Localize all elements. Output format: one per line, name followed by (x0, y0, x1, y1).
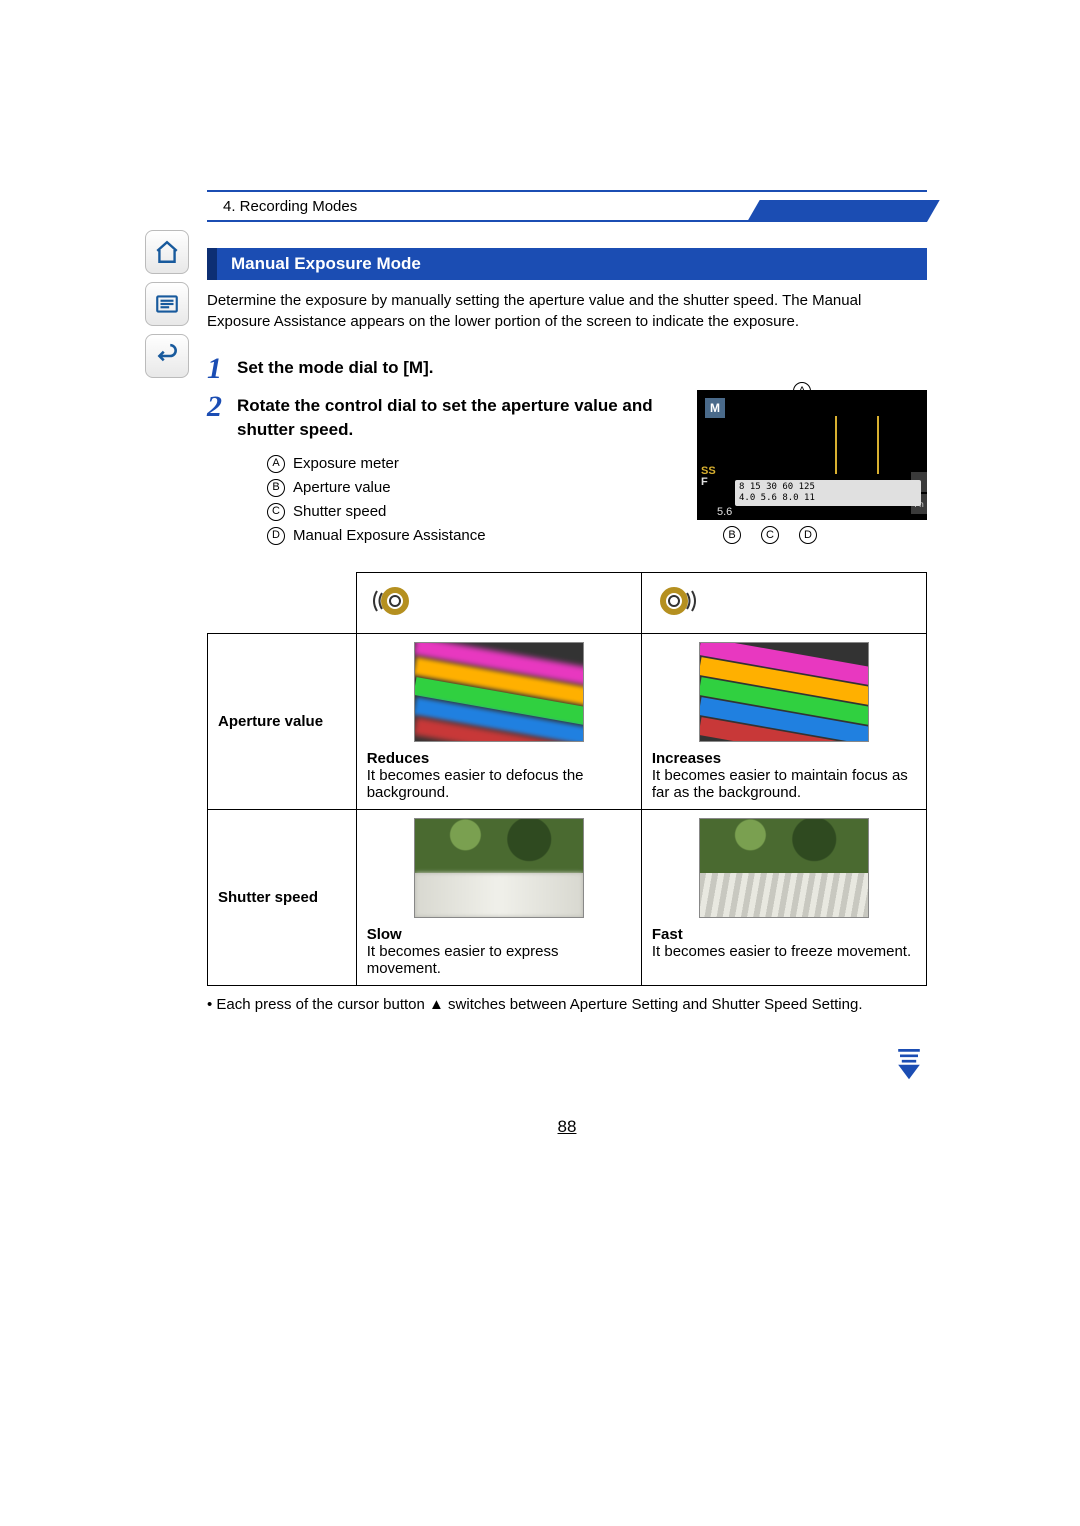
back-icon[interactable] (145, 334, 189, 378)
row-shutter-label: Shutter speed (208, 809, 357, 985)
lcd-mode-badge: M (705, 398, 725, 418)
aperture-increases-title: Increases (652, 750, 916, 767)
legend-d-text: Manual Exposure Assistance (293, 524, 486, 548)
callout-c: C (761, 526, 779, 544)
cursor-note: • Each press of the cursor button ▲ swit… (207, 994, 927, 1015)
pencils-blurred-illustration (414, 642, 584, 742)
contents-icon[interactable] (145, 282, 189, 326)
step-2: 2 Rotate the control dial to set the ape… (207, 390, 927, 548)
legend-a-label: A (267, 455, 285, 473)
table-row: Aperture value Reduces It becomes easier… (208, 633, 927, 809)
shutter-slow-title: Slow (367, 926, 631, 943)
legend-b-label: B (267, 479, 285, 497)
legend: A Exposure meter B Aperture value C Shutter… (267, 452, 689, 548)
legend-c-label: C (267, 503, 285, 521)
mode-m-icon: M (409, 356, 423, 380)
shutter-slow-desc: It becomes easier to express movement. (367, 943, 631, 977)
pencils-sharp-illustration (699, 642, 869, 742)
shutter-fast-title: Fast (652, 926, 916, 943)
dial-left-icon (356, 572, 641, 633)
lcd-aperture-value: 5.6 (717, 506, 732, 518)
lcd-ss-f-label: SS F (701, 466, 716, 488)
legend-d-label: D (267, 527, 285, 545)
lcd-diagram: A M ‹ Fn SS F 8 15 30 60 125 4.0 5.6 (697, 390, 927, 544)
home-icon[interactable] (145, 230, 189, 274)
step-1: 1 Set the mode dial to [M]. (207, 352, 927, 386)
shutter-fast-cell: Fast It becomes easier to freeze movemen… (641, 809, 926, 985)
table-row: Shutter speed Slow It becomes easier to … (208, 809, 927, 985)
step-2-text: Rotate the control dial to set the apert… (237, 394, 689, 442)
effects-table: Aperture value Reduces It becomes easier… (207, 572, 927, 986)
legend-c-text: Shutter speed (293, 500, 386, 524)
intro-text: Determine the exposure by manually setti… (207, 290, 927, 332)
legend-a-text: Exposure meter (293, 452, 399, 476)
callout-b: B (723, 526, 741, 544)
aperture-reduces-cell: Reduces It becomes easier to defocus the… (356, 633, 641, 809)
lcd-screen-illustration: M ‹ Fn SS F 8 15 30 60 125 4.0 5.6 8.0 1… (697, 390, 927, 520)
callout-d: D (799, 526, 817, 544)
shutter-slow-cell: Slow It becomes easier to express moveme… (356, 809, 641, 985)
lcd-scale: 8 15 30 60 125 4.0 5.6 8.0 11 (735, 480, 921, 506)
aperture-reduces-desc: It becomes easier to defocus the backgro… (367, 767, 631, 801)
row-aperture-label: Aperture value (208, 633, 357, 809)
step-1-number: 1 (207, 352, 237, 386)
section-title: Manual Exposure Mode (231, 254, 421, 273)
stream-blurred-illustration (414, 818, 584, 918)
step-2-number: 2 (207, 390, 237, 424)
aperture-reduces-title: Reduces (367, 750, 631, 767)
shutter-fast-desc: It becomes easier to freeze movement. (652, 943, 916, 960)
breadcrumb: 4. Recording Modes (207, 190, 927, 222)
section-header: Manual Exposure Mode (207, 248, 927, 280)
aperture-increases-cell: Increases It becomes easier to maintain … (641, 633, 926, 809)
dial-right-icon (641, 572, 926, 633)
page-number: 88 (207, 1117, 927, 1137)
step-1-text: Set the mode dial to [M]. (237, 356, 927, 380)
nav-sidebar (145, 230, 195, 386)
legend-b-text: Aperture value (293, 476, 391, 500)
breadcrumb-text: 4. Recording Modes (223, 198, 357, 215)
stream-sharp-illustration (699, 818, 869, 918)
aperture-increases-desc: It becomes easier to maintain focus as f… (652, 767, 916, 801)
continue-arrow-icon (891, 1045, 927, 1081)
